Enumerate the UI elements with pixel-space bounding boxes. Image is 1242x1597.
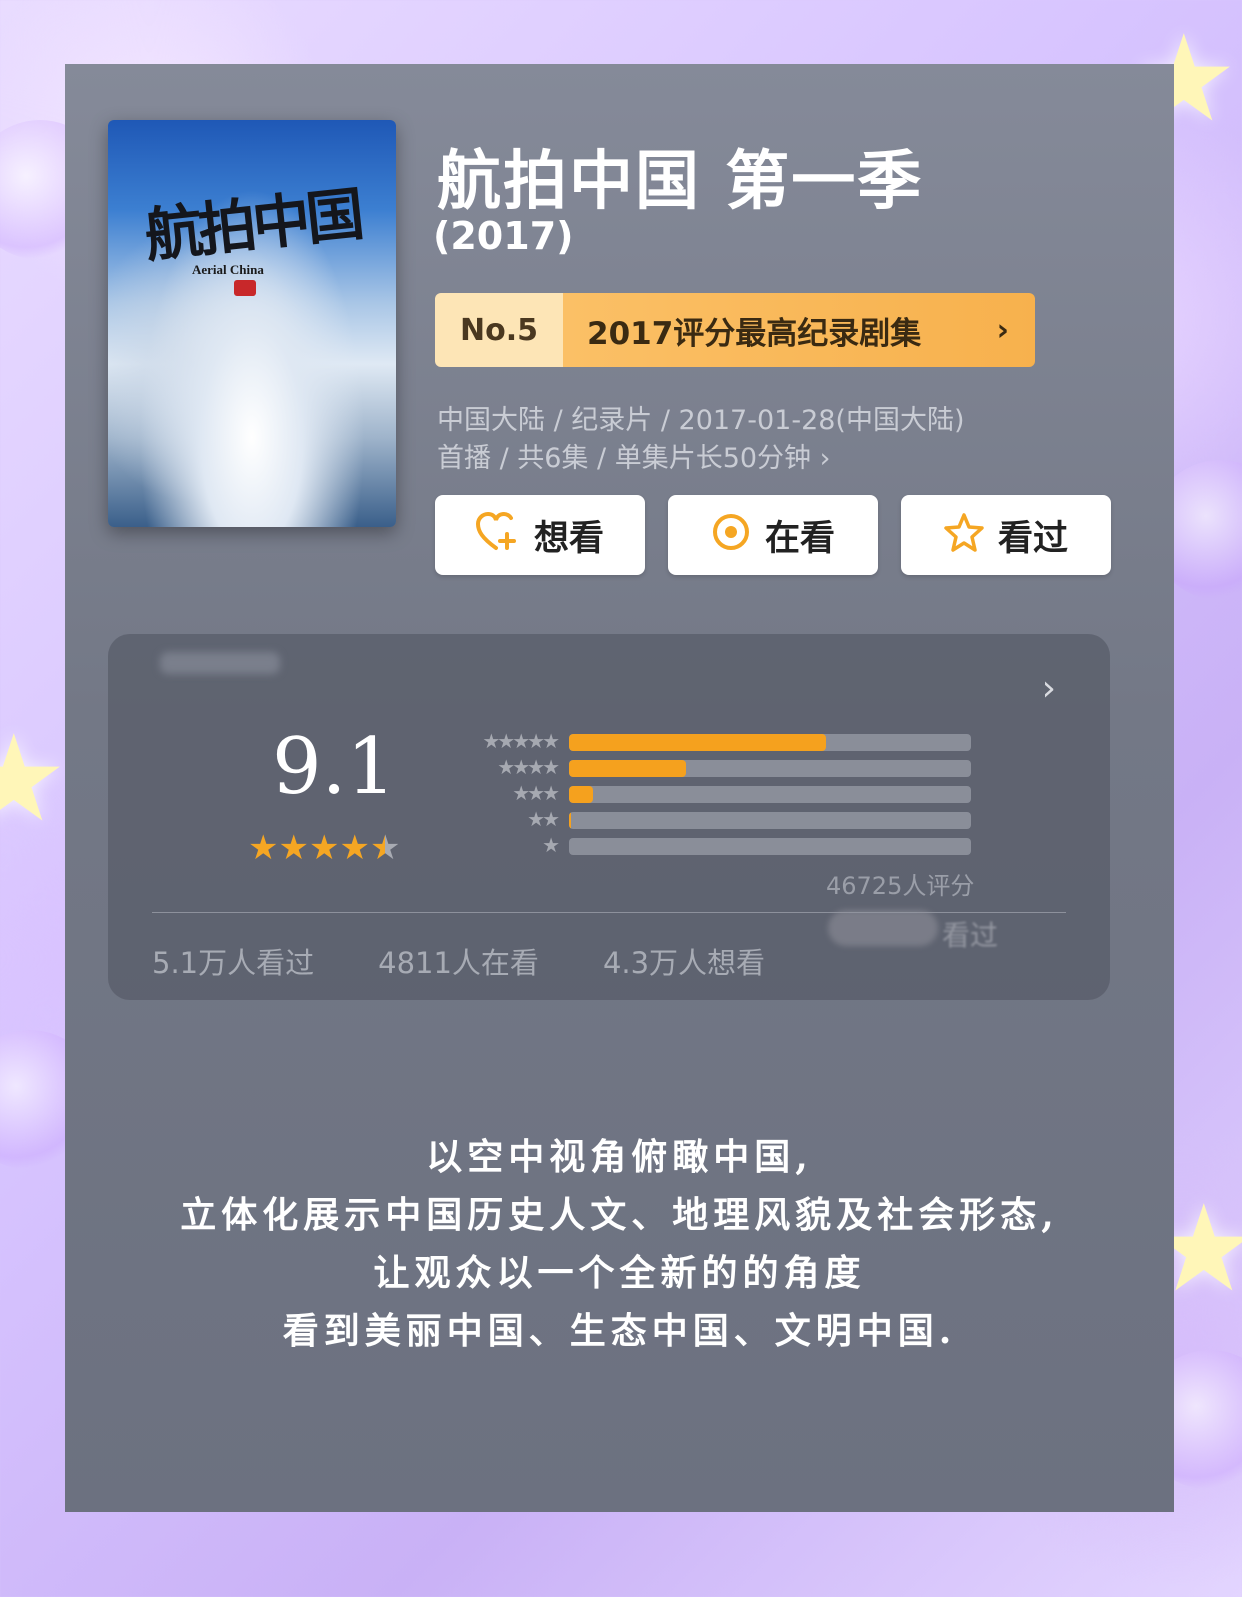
page-title: 航拍中国 第一季: [437, 145, 924, 219]
watched-label: 看过: [997, 518, 1068, 559]
blurred-header: [160, 652, 280, 674]
star-decoration: ★: [0, 710, 68, 849]
release-year: (2017): [433, 214, 574, 258]
two-star-icon: ★★: [527, 807, 560, 831]
five-star-icon: ★★★★★: [482, 729, 560, 753]
want-to-watch-label: 想看: [533, 518, 604, 559]
rating-score: 9.1: [272, 722, 397, 812]
movie-meta-line1: 中国大陆 / 纪录片 / 2017-01-28(中国大陆): [437, 405, 965, 436]
four-star-icon: ★★★★: [497, 755, 560, 779]
rank-number: No.5: [435, 293, 563, 367]
watching-label: 在看: [764, 518, 835, 559]
want-count[interactable]: 4.3万人想看: [603, 940, 765, 982]
star-icon: ★: [308, 828, 340, 868]
rating-stars: ★★★★★: [248, 828, 400, 868]
half-star-icon: ★: [369, 828, 401, 868]
description-line: 看到美丽中国、生态中国、文明中国.: [282, 1310, 957, 1352]
one-star-icon: ★: [542, 833, 560, 857]
rating-row-4: ★★★★: [453, 755, 973, 779]
rating-bar-track: [569, 760, 971, 777]
target-icon: [711, 512, 751, 558]
rank-label: 2017评分最高纪录剧集: [587, 315, 922, 352]
friends-watched-label: 看过: [942, 919, 999, 952]
want-to-watch-button[interactable]: 想看: [435, 495, 645, 575]
movie-poster[interactable]: 航拍中国 Aerial China: [108, 120, 396, 527]
rating-bar-4: [569, 760, 686, 777]
rating-bar-track: [569, 812, 971, 829]
description-line: 让观众以一个全新的的角度: [373, 1252, 866, 1294]
chevron-right-icon[interactable]: ›: [1042, 668, 1056, 709]
seal-icon: [234, 280, 256, 296]
rating-bar-5: [569, 734, 827, 751]
star-outline-icon: [944, 512, 984, 558]
description-line: 以空中视角俯瞰中国,: [426, 1136, 813, 1178]
rating-bar-track: [569, 786, 971, 803]
watching-button[interactable]: 在看: [668, 495, 878, 575]
rating-bar-track: [569, 838, 971, 855]
rank-label-wrap: 2017评分最高纪录剧集 ›: [563, 293, 1035, 367]
rating-row-5: ★★★★★: [453, 729, 973, 753]
star-icon: ★: [278, 828, 309, 868]
star-icon: ★: [339, 828, 370, 868]
three-star-icon: ★★★: [512, 781, 560, 805]
rating-row-3: ★★★: [453, 781, 973, 805]
rating-count: 46725人评分: [826, 872, 975, 900]
rating-bar-2: [569, 812, 572, 829]
movie-panel: 航拍中国 Aerial China 航拍中国 第一季 (2017) No.5 2…: [65, 64, 1174, 1512]
watch-stats: 5.1万人看过 4811人在看 4.3万人想看: [152, 940, 765, 982]
movie-meta-line2[interactable]: 首播 / 共6集 / 单集片长50分钟 ›: [437, 436, 830, 475]
poster-subtitle: Aerial China: [192, 262, 264, 277]
watching-count[interactable]: 4811人在看: [378, 940, 539, 982]
poster-title: 航拍中国: [141, 179, 364, 271]
rating-row-1: ★: [453, 833, 973, 857]
friend-avatars: [828, 910, 938, 946]
rating-row-2: ★★: [453, 807, 973, 831]
rating-bar-3: [569, 786, 594, 803]
description: 以空中视角俯瞰中国, 立体化展示中国历史人文、地理风貌及社会形态, 让观众以一个…: [65, 1128, 1174, 1360]
rating-card[interactable]: › 9.1 ★★★★★ ★★★★★ ★★★★ ★★★ ★★ ★ 46725人评分…: [108, 634, 1110, 1000]
rating-bar-track: [569, 734, 971, 751]
heart-plus-icon: [475, 511, 520, 558]
description-line: 立体化展示中国历史人文、地理风貌及社会形态,: [180, 1194, 1059, 1236]
chevron-right-icon: ›: [996, 312, 1009, 348]
star-icon: ★: [248, 828, 279, 868]
ranking-banner[interactable]: No.5 2017评分最高纪录剧集 ›: [435, 293, 1035, 367]
watched-button[interactable]: 看过: [901, 495, 1111, 575]
watched-count[interactable]: 5.1万人看过: [152, 940, 314, 982]
